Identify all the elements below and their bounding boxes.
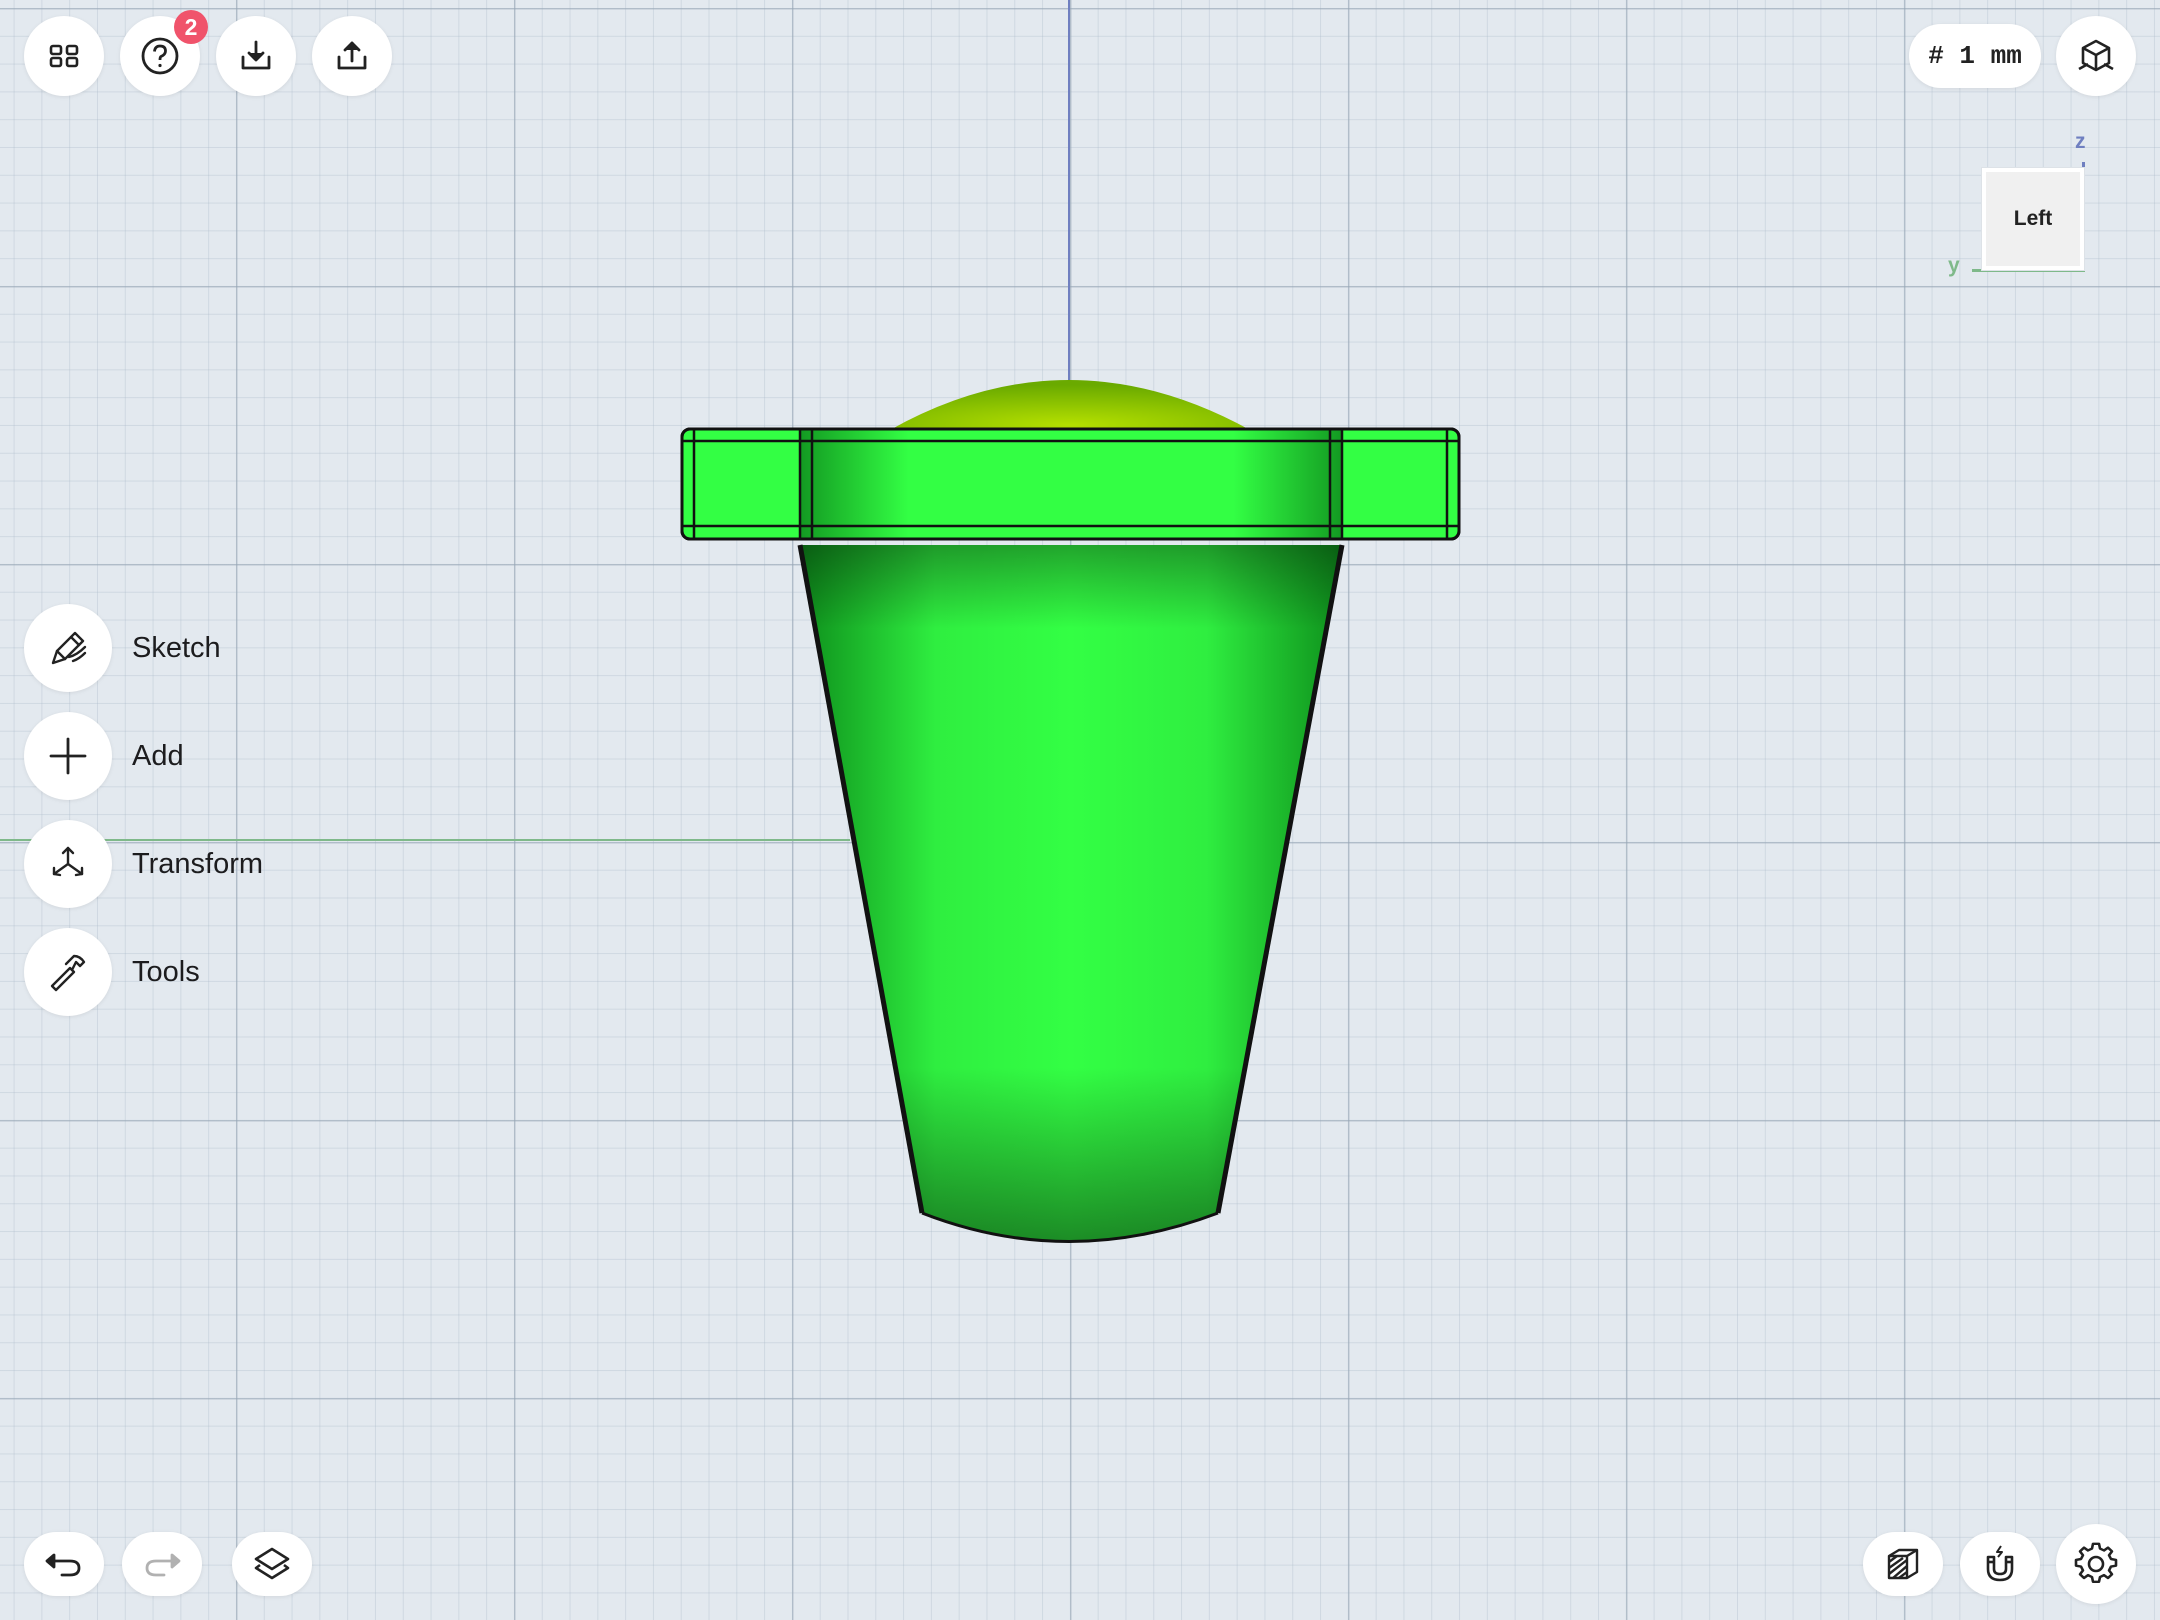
share-icon: [337, 41, 367, 70]
tools-label: Tools: [132, 955, 200, 988]
layers-icon: [254, 1547, 290, 1580]
view-cube-y-label: y: [1948, 254, 1960, 277]
grid-unit-indicator[interactable]: # 1 mm: [1909, 24, 2041, 88]
layers-button[interactable]: [232, 1532, 312, 1596]
sketch-label: Sketch: [132, 631, 221, 664]
plus-icon: [49, 737, 87, 775]
sketch-menu-item[interactable]: Sketch: [24, 603, 221, 693]
redo-icon: [145, 1553, 181, 1577]
section-view-button[interactable]: [1863, 1532, 1943, 1596]
help-notification-badge: 2: [174, 10, 208, 44]
view-cube[interactable]: z y Left: [1948, 128, 2140, 278]
tools-menu-item[interactable]: Tools: [24, 927, 200, 1017]
transform-menu-item[interactable]: Transform: [24, 819, 263, 909]
add-menu-item[interactable]: Add: [24, 711, 184, 801]
redo-button[interactable]: [122, 1532, 202, 1596]
view-mode-button[interactable]: [2056, 16, 2136, 96]
cube-icon: [2078, 39, 2114, 72]
grid-menu-button[interactable]: [24, 16, 104, 96]
hammer-icon: [50, 954, 86, 992]
grid-icon: [49, 44, 79, 68]
view-cube-face-label: Left: [2013, 207, 2053, 230]
undo-icon: [45, 1553, 81, 1577]
pencil-icon: [51, 631, 87, 665]
help-icon: [141, 37, 179, 75]
import-icon: [241, 40, 271, 70]
transform-button[interactable]: [24, 820, 112, 908]
view-cube-z-label: z: [2075, 130, 2086, 153]
section-view-icon: [1887, 1548, 1919, 1580]
sketch-button[interactable]: [24, 604, 112, 692]
import-button[interactable]: [216, 16, 296, 96]
settings-button[interactable]: [2056, 1524, 2136, 1604]
add-button[interactable]: [24, 712, 112, 800]
3d-model[interactable]: [0, 0, 2160, 1620]
transform-icon: [52, 846, 84, 877]
model-cap: [890, 380, 1250, 430]
tools-button[interactable]: [24, 928, 112, 1016]
magnet-icon: [1986, 1545, 2014, 1582]
add-label: Add: [132, 739, 184, 772]
view-cube-face-left[interactable]: Left: [1982, 168, 2084, 270]
snap-button[interactable]: [1960, 1532, 2040, 1596]
model-band: [680, 427, 1461, 541]
undo-button[interactable]: [24, 1532, 104, 1596]
export-button[interactable]: [312, 16, 392, 96]
gear-icon: [2074, 1542, 2118, 1584]
transform-label: Transform: [132, 847, 264, 880]
3d-viewport[interactable]: [0, 0, 2160, 1620]
